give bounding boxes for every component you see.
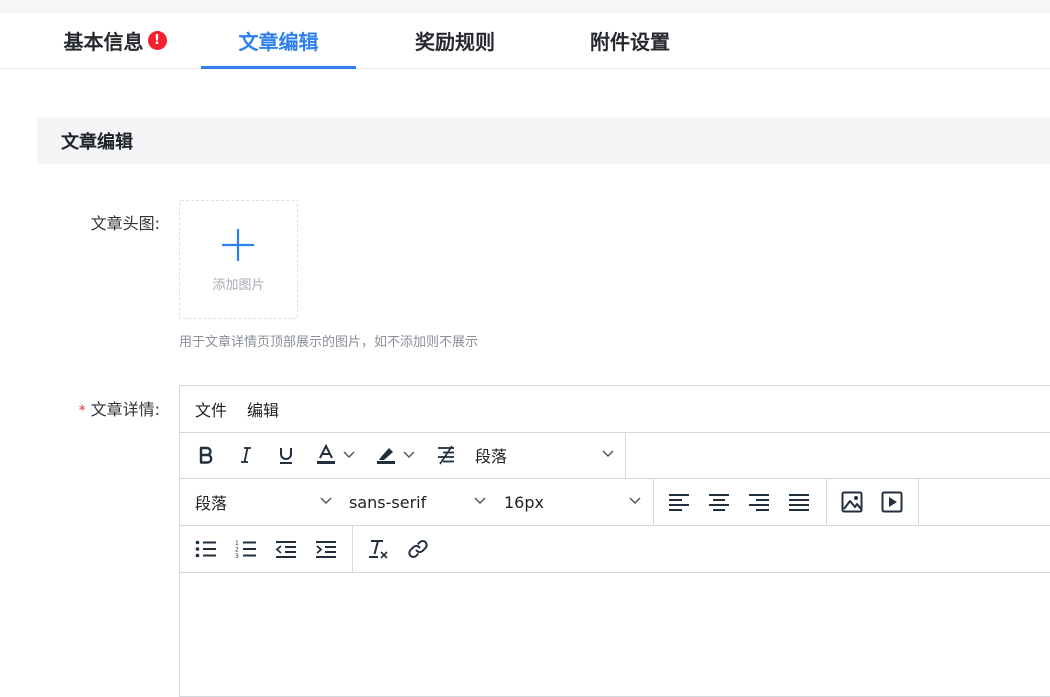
numbered-list-button[interactable]: 1 2 3 <box>230 534 262 564</box>
outdent-icon <box>275 541 296 558</box>
list-indent-group: 1 2 3 <box>180 526 353 572</box>
bullet-list-icon <box>195 540 216 558</box>
tab-reward-rules[interactable]: 奖励规则 <box>390 13 520 68</box>
font-family-select[interactable]: sans-serif <box>349 487 487 517</box>
text-color-button[interactable] <box>310 440 342 470</box>
error-badge-icon: ! <box>147 31 167 50</box>
insert-video-button[interactable] <box>876 487 908 517</box>
underline-icon <box>280 448 292 464</box>
highlight-dropdown[interactable] <box>400 440 418 470</box>
tab-bar: 基本信息 ! 文章编辑 奖励规则 附件设置 <box>0 13 1050 69</box>
highlight-button[interactable] <box>370 440 402 470</box>
align-center-button[interactable] <box>703 487 735 517</box>
misc-group <box>352 526 353 572</box>
align-right-icon <box>749 494 769 511</box>
detail-label: * 文章详情: <box>60 396 160 420</box>
tab-article-edit[interactable]: 文章编辑 <box>201 13 356 69</box>
active-tab-indicator <box>201 66 356 69</box>
select-value: 16px <box>504 492 544 512</box>
italic-icon <box>241 447 251 463</box>
plus-icon <box>222 229 254 261</box>
toolbar-row-3: 1 2 3 <box>180 526 1050 573</box>
clear-format-icon <box>369 540 388 559</box>
select-value: 段落 <box>475 447 508 466</box>
required-mark: * <box>78 403 86 419</box>
bold-icon <box>199 446 213 464</box>
rich-text-editor: 文件 编辑 段落 段落 sans-serif 16px 1 2 3 <box>179 385 1050 697</box>
indent-icon <box>316 541 336 558</box>
link-button[interactable] <box>402 534 434 564</box>
tab-label: 奖励规则 <box>415 30 495 54</box>
justify-icon <box>789 494 809 511</box>
clear-format-button[interactable] <box>362 534 394 564</box>
highlight-icon <box>377 448 395 464</box>
text-format-group: 段落 <box>180 432 626 478</box>
numbered-list-icon: 1 2 3 <box>235 540 256 559</box>
underline-button[interactable] <box>270 440 302 470</box>
paragraph-select[interactable]: 段落 <box>195 487 333 517</box>
editor-menubar: 文件 编辑 <box>180 386 1050 433</box>
text-color-icon <box>317 444 335 464</box>
chevron-down-icon <box>629 497 641 505</box>
upload-text: 添加图片 <box>212 278 265 293</box>
justify-button[interactable] <box>783 487 815 517</box>
link-icon <box>408 540 428 558</box>
font-size-select[interactable]: 16px <box>504 487 642 517</box>
svg-text:3: 3 <box>235 553 239 559</box>
align-center-icon <box>709 494 729 511</box>
menu-edit[interactable]: 编辑 <box>241 397 285 421</box>
align-right-button[interactable] <box>743 487 775 517</box>
select-value: sans-serif <box>349 492 427 512</box>
detail-label-text: 文章详情: <box>90 400 160 419</box>
insert-image-button[interactable] <box>836 487 868 517</box>
alignment-group <box>653 479 827 525</box>
font-select-group: 段落 sans-serif 16px <box>180 479 654 525</box>
video-icon <box>881 491 903 513</box>
chevron-down-icon <box>320 497 332 505</box>
top-strip <box>0 0 1050 13</box>
media-group <box>826 479 919 525</box>
cover-upload-button[interactable]: 添加图片 <box>179 200 298 319</box>
menu-file[interactable]: 文件 <box>189 397 233 421</box>
toolbar-row-1: 段落 <box>180 432 1050 479</box>
chevron-down-icon <box>474 497 486 505</box>
tab-label: 基本信息 <box>63 30 144 54</box>
tab-label: 附件设置 <box>590 30 670 54</box>
image-icon <box>841 491 863 513</box>
indent-button[interactable] <box>310 534 342 564</box>
select-value: 段落 <box>195 494 228 513</box>
section-title: 文章编辑 <box>61 131 133 153</box>
italic-button[interactable] <box>230 440 262 470</box>
strikethrough-button[interactable] <box>430 440 462 470</box>
editor-content-area[interactable] <box>180 573 1050 696</box>
cover-label: 文章头图: <box>90 214 160 233</box>
bold-button[interactable] <box>190 440 222 470</box>
tab-label: 文章编辑 <box>238 30 319 54</box>
chevron-down-icon <box>602 450 614 458</box>
cover-hint: 用于文章详情页顶部展示的图片，如不添加则不展示 <box>179 335 479 350</box>
align-left-button[interactable] <box>663 487 695 517</box>
bullet-list-button[interactable] <box>190 534 222 564</box>
toolbar-row-2: 段落 sans-serif 16px <box>180 479 1050 526</box>
section-header: 文章编辑 <box>37 117 1050 164</box>
outdent-button[interactable] <box>270 534 302 564</box>
chevron-down-icon <box>403 451 415 459</box>
chevron-down-icon <box>343 451 355 459</box>
strikethrough-icon <box>438 445 454 465</box>
text-color-dropdown[interactable] <box>340 440 358 470</box>
align-left-icon <box>669 494 689 511</box>
block-format-select[interactable]: 段落 <box>475 440 615 470</box>
tab-attachment-settings[interactable]: 附件设置 <box>565 13 695 68</box>
tab-basic-info[interactable]: 基本信息 ! <box>50 13 180 68</box>
